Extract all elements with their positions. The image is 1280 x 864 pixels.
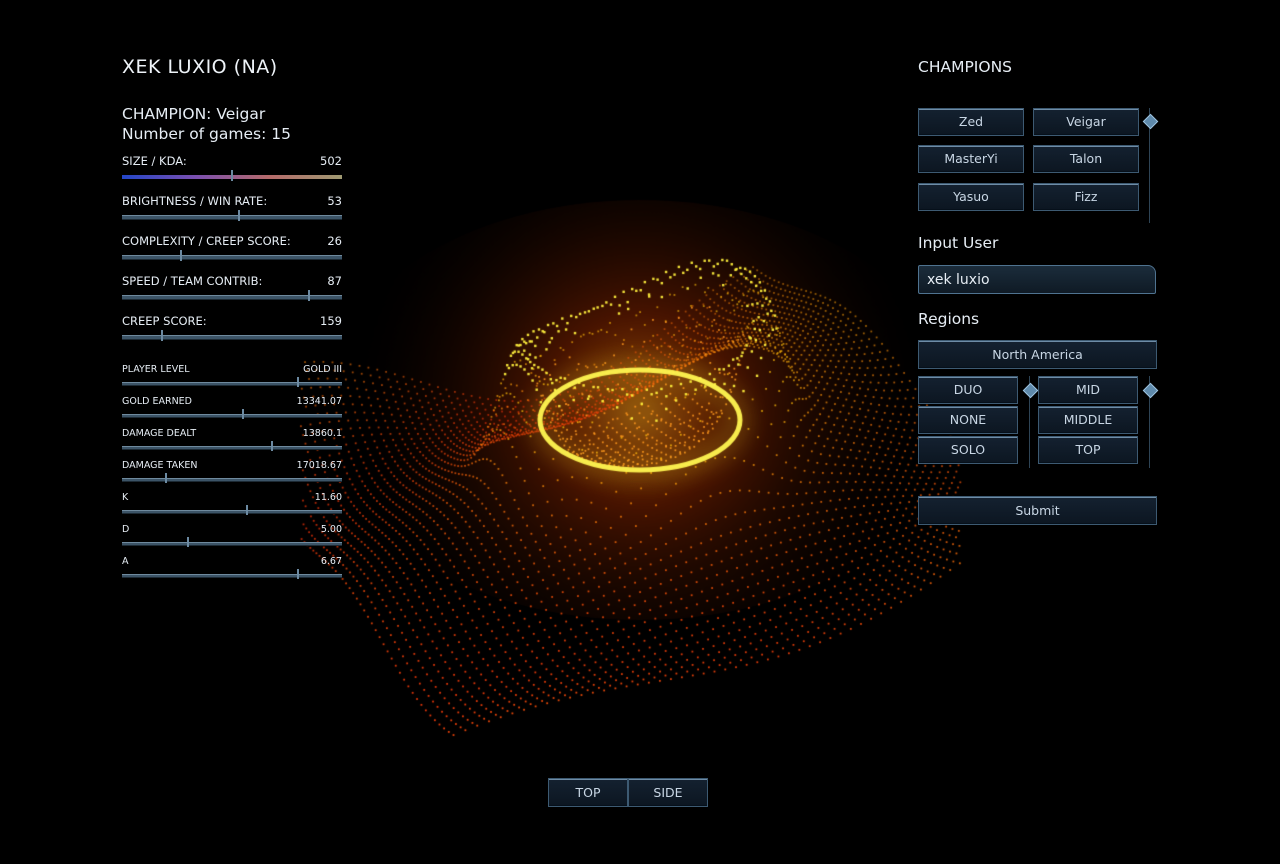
stat-slider-track[interactable] — [122, 478, 342, 482]
stat-assists: A 6.67 — [122, 554, 342, 586]
stat-slider-thumb[interactable] — [237, 210, 240, 221]
stat-slider-thumb[interactable] — [187, 537, 189, 547]
stat-size-kda: SIZE / KDA: 502 — [122, 150, 342, 190]
stat-kills: K 11.60 — [122, 490, 342, 522]
stat-slider-track[interactable] — [122, 335, 342, 340]
stat-slider-track[interactable] — [122, 414, 342, 418]
champion-button-fizz[interactable]: Fizz — [1033, 183, 1139, 211]
stat-value: 87 — [327, 274, 342, 288]
stat-label: CREEP SCORE: — [122, 314, 207, 328]
lane-option-middle[interactable]: MIDDLE — [1038, 406, 1138, 434]
stat-label: SIZE / KDA: — [122, 154, 187, 168]
stat-value: 17018.67 — [296, 460, 342, 471]
region-select[interactable]: North America — [918, 340, 1157, 369]
stat-brightness-win-rate: BRIGHTNESS / WIN RATE: 53 — [122, 190, 342, 230]
submit-button[interactable]: Submit — [918, 496, 1157, 525]
stat-slider-track[interactable] — [122, 215, 342, 220]
stat-slider-thumb[interactable] — [165, 473, 167, 483]
lane-option-mid[interactable]: MID — [1038, 376, 1138, 404]
stat-label: A — [122, 556, 129, 567]
stat-slider-track[interactable] — [122, 542, 342, 546]
stat-label: GOLD EARNED — [122, 396, 192, 407]
stat-slider-thumb[interactable] — [246, 505, 249, 515]
games-count: Number of games: 15 — [122, 125, 291, 143]
role-scroll-thumb-icon[interactable] — [1022, 382, 1039, 399]
stat-slider-thumb[interactable] — [242, 409, 244, 419]
stat-damage-dealt: DAMAGE DEALT 13860.1 — [122, 426, 342, 458]
stat-slider-track[interactable] — [122, 574, 342, 578]
stat-slider-track[interactable] — [122, 255, 342, 260]
stat-slider-thumb[interactable] — [270, 441, 273, 451]
role-option-solo[interactable]: SOLO — [918, 436, 1018, 464]
controls-panel: CHAMPIONS Zed Veigar MasterYi Talon Yasu… — [918, 56, 1159, 536]
champion-button-talon[interactable]: Talon — [1033, 145, 1139, 173]
stat-value: 159 — [320, 314, 342, 328]
player-stats-panel: XEK LUXIO (NA) CHAMPION: Veigar Number o… — [122, 56, 342, 586]
role-option-none[interactable]: NONE — [918, 406, 1018, 434]
stat-value: 26 — [327, 234, 342, 248]
stat-value: 13341.07 — [296, 396, 342, 407]
stat-slider-thumb[interactable] — [231, 170, 233, 181]
stat-value: 5.00 — [320, 524, 342, 535]
stat-speed-team-contrib: SPEED / TEAM CONTRIB: 87 — [122, 270, 342, 310]
stat-label: D — [122, 524, 130, 535]
stat-label: DAMAGE TAKEN — [122, 460, 198, 471]
stat-value: 502 — [320, 154, 342, 168]
stat-slider-track[interactable] — [122, 446, 342, 450]
regions-heading: Regions — [918, 310, 980, 328]
stat-value: 6.67 — [320, 556, 342, 567]
stat-label: COMPLEXITY / CREEP SCORE: — [122, 234, 291, 248]
stat-slider-thumb[interactable] — [160, 330, 163, 341]
stat-value: 11.60 — [314, 492, 342, 503]
champion-name: CHAMPION: Veigar — [122, 105, 266, 123]
stat-label: PLAYER LEVEL — [122, 364, 190, 375]
view-side-button[interactable]: SIDE — [628, 778, 708, 807]
user-input[interactable] — [918, 265, 1156, 294]
stat-slider-track[interactable] — [122, 382, 342, 386]
stat-label: BRIGHTNESS / WIN RATE: — [122, 194, 268, 208]
view-top-button[interactable]: TOP — [548, 778, 628, 807]
lane-scroll-thumb-icon[interactable] — [1142, 382, 1159, 399]
player-title: XEK LUXIO (NA) — [122, 56, 278, 78]
view-toggle: TOP SIDE — [548, 778, 708, 807]
lane-option-top[interactable]: TOP — [1038, 436, 1138, 464]
stat-player-level: PLAYER LEVEL GOLD III — [122, 362, 342, 394]
stat-slider-thumb[interactable] — [297, 569, 299, 579]
champion-button-veigar[interactable]: Veigar — [1033, 108, 1139, 136]
stat-slider-track[interactable] — [122, 510, 342, 514]
stat-gold-earned: GOLD EARNED 13341.07 — [122, 394, 342, 426]
role-option-duo[interactable]: DUO — [918, 376, 1018, 404]
champion-button-zed[interactable]: Zed — [918, 108, 1024, 136]
stat-label: K — [122, 492, 129, 503]
stat-slider-thumb[interactable] — [297, 377, 299, 387]
stat-slider-thumb[interactable] — [308, 290, 310, 301]
stat-label: DAMAGE DEALT — [122, 428, 197, 439]
detail-stats: PLAYER LEVEL GOLD III GOLD EARNED 13341.… — [122, 362, 342, 586]
stat-value: 53 — [327, 194, 342, 208]
primary-stats: SIZE / KDA: 502 BRIGHTNESS / WIN RATE: 5… — [122, 150, 342, 350]
input-user-heading: Input User — [918, 234, 999, 252]
champions-heading: CHAMPIONS — [918, 58, 1013, 76]
stat-label: SPEED / TEAM CONTRIB: — [122, 274, 263, 288]
champion-button-yasuo[interactable]: Yasuo — [918, 183, 1024, 211]
stat-complexity-creep-score: COMPLEXITY / CREEP SCORE: 26 — [122, 230, 342, 270]
stat-deaths: D 5.00 — [122, 522, 342, 554]
champion-button-masteryi[interactable]: MasterYi — [918, 145, 1024, 173]
stat-creep-score: CREEP SCORE: 159 — [122, 310, 342, 350]
stat-slider-thumb[interactable] — [180, 250, 183, 261]
stat-value: 13860.1 — [302, 428, 342, 439]
champion-scroll-thumb-icon[interactable] — [1142, 113, 1159, 130]
stat-damage-taken: DAMAGE TAKEN 17018.67 — [122, 458, 342, 490]
stat-value: GOLD III — [303, 364, 342, 375]
